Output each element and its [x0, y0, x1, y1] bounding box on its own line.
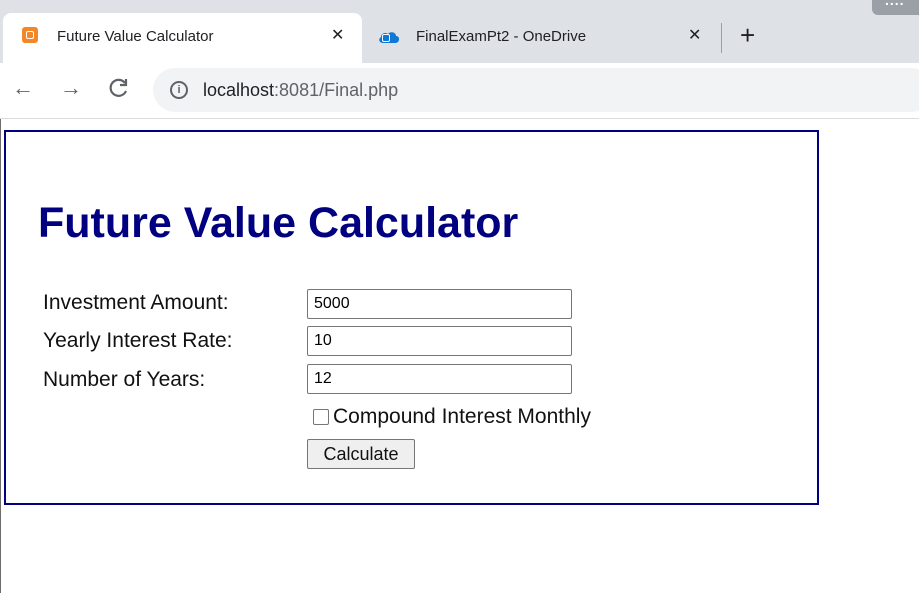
compound-interest-row: Compound Interest Monthly: [313, 405, 591, 429]
window-menu-button[interactable]: [872, 0, 919, 15]
tab-separator: [721, 23, 722, 53]
calculate-button[interactable]: Calculate: [307, 439, 415, 469]
number-of-years-input[interactable]: [307, 364, 572, 394]
tab-title: Future Value Calculator: [57, 28, 214, 45]
investment-amount-label: Investment Amount:: [43, 291, 229, 314]
page-viewport: Future Value Calculator Investment Amoun…: [0, 119, 919, 593]
tab-title: FinalExamPt2 - OneDrive: [416, 28, 587, 45]
close-tab-icon[interactable]: ✕: [688, 28, 701, 44]
investment-amount-input[interactable]: [307, 289, 572, 319]
address-bar[interactable]: i localhost:8081/Final.php: [153, 68, 919, 112]
page-title: Future Value Calculator: [38, 199, 519, 247]
back-arrow-icon[interactable]: ←: [12, 77, 34, 99]
forward-arrow-icon[interactable]: →: [60, 77, 82, 99]
compound-interest-label[interactable]: Compound Interest Monthly: [333, 405, 591, 429]
new-tab-button[interactable]: +: [740, 22, 755, 48]
browser-tabstrip: Future Value Calculator ✕ FinalExamPt2 -…: [0, 0, 919, 63]
tab-onedrive[interactable]: FinalExamPt2 - OneDrive ✕: [366, 13, 716, 63]
yearly-interest-rate-input[interactable]: [307, 326, 572, 356]
onedrive-cloud-icon: [378, 30, 400, 43]
calculator-form: Future Value Calculator Investment Amoun…: [4, 130, 819, 505]
xampp-icon: [22, 27, 38, 43]
reload-icon[interactable]: [108, 77, 130, 103]
site-info-icon[interactable]: i: [170, 81, 188, 99]
compound-interest-checkbox[interactable]: [313, 409, 329, 425]
url-host: localhost: [203, 80, 275, 100]
close-tab-icon[interactable]: ✕: [331, 28, 344, 44]
url-text: localhost:8081/Final.php: [203, 80, 398, 101]
url-path: :8081/Final.php: [274, 80, 399, 100]
yearly-interest-rate-label: Yearly Interest Rate:: [43, 329, 233, 352]
browser-toolbar: ← → i localhost:8081/Final.php: [0, 63, 919, 119]
number-of-years-label: Number of Years:: [43, 368, 206, 391]
tab-future-value-calculator[interactable]: Future Value Calculator ✕: [3, 13, 362, 63]
